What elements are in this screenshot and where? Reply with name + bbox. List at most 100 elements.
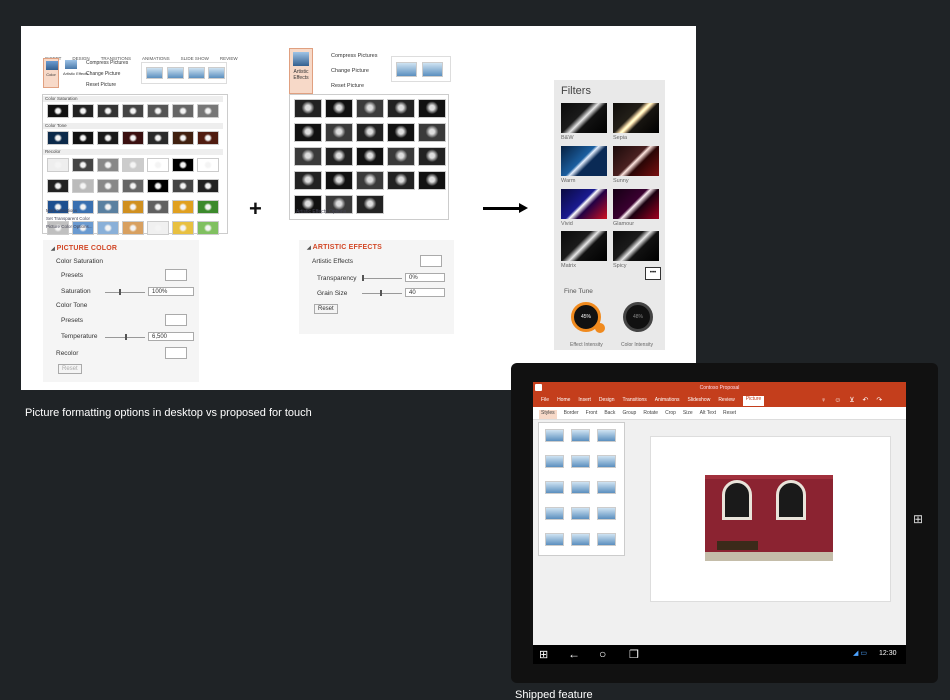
picture-color-options-link[interactable]: Picture Color Options... [46,224,93,229]
picture-style-thumb[interactable] [571,455,590,468]
color-variant-thumb[interactable] [122,104,144,118]
picture-style-thumb[interactable] [545,455,564,468]
style-thumb[interactable] [167,67,184,79]
tab-transitions[interactable]: Transitions [623,397,647,407]
color-variant-thumb[interactable] [172,200,194,214]
artistic-effect-thumb[interactable] [356,99,384,118]
color-variant-thumb[interactable] [197,131,219,145]
picture-style-thumb[interactable] [571,429,590,442]
artistic-effects-title[interactable]: ◢ ARTISTIC EFFECTS [307,244,382,251]
color-variant-thumb[interactable] [147,200,169,214]
home-icon[interactable]: ○ [599,647,606,661]
saturation-slider[interactable] [105,289,145,295]
tone-presets-dropdown[interactable] [165,314,187,326]
color-button[interactable]: Color [43,58,59,88]
task-view-icon[interactable]: ❐ [629,648,639,661]
color-variant-thumb[interactable] [172,104,194,118]
picture-style-thumb[interactable] [545,507,564,520]
reset-button[interactable]: Reset [58,364,82,374]
color-variant-thumb[interactable] [122,158,144,172]
filter-warm[interactable] [561,146,607,176]
artistic-effect-thumb[interactable] [294,147,322,166]
color-variant-thumb[interactable] [97,221,119,235]
picture-style-thumb[interactable] [571,533,590,546]
saturation-input[interactable]: 100% [148,287,194,296]
picture-style-thumb[interactable] [597,455,616,468]
temperature-slider[interactable] [105,334,145,340]
border-button[interactable]: Border [564,410,579,419]
color-variant-thumb[interactable] [47,158,69,172]
color-variant-thumb[interactable] [97,104,119,118]
color-variant-thumb[interactable] [197,200,219,214]
saturation-presets-dropdown[interactable] [165,269,187,281]
change-picture-link[interactable]: Change Picture [86,71,120,77]
picture-style-thumb[interactable] [597,507,616,520]
artistic-effect-thumb[interactable] [325,123,353,142]
color-variant-thumb[interactable] [197,158,219,172]
color-variant-thumb[interactable] [47,179,69,193]
compress-pictures-link[interactable]: Compress Pictures [86,60,128,66]
size-button[interactable]: Size [683,410,693,419]
tab-slideshow[interactable]: Slideshow [688,397,711,407]
slider-knob[interactable] [119,289,121,295]
color-variant-thumb[interactable] [147,158,169,172]
set-transparent-color-link[interactable]: Set Transparent Color [46,216,90,221]
artistic-effect-thumb[interactable] [294,171,322,190]
rotate-button[interactable]: Rotate [643,410,658,419]
filter-matrix[interactable] [561,231,607,261]
color-variant-thumb[interactable] [97,200,119,214]
crop-button[interactable]: Crop [665,410,676,419]
group-button[interactable]: Group [622,410,636,419]
slider-knob[interactable] [380,290,382,296]
styles-button[interactable]: Styles [539,410,557,419]
color-variant-thumb[interactable] [122,221,144,235]
transparency-input[interactable]: 0% [405,273,445,282]
artistic-effect-thumb[interactable] [325,171,353,190]
color-intensity-dial[interactable]: 48% [623,302,653,332]
picture-style-thumb[interactable] [545,429,564,442]
artistic-effect-thumb[interactable] [356,123,384,142]
title-bar-icons[interactable]: ♀☺⊻↶↷ [821,396,890,404]
filter-glamour[interactable] [613,189,659,219]
style-thumb[interactable] [396,62,417,77]
artistic-effects-options-link[interactable]: Artistic Effects Options... [296,209,350,215]
slide-picture[interactable] [705,475,833,561]
ribbon-tab[interactable]: ANIMATIONS [142,56,170,61]
tab-file[interactable]: File [541,397,549,407]
color-variant-thumb[interactable] [147,104,169,118]
color-variant-thumb[interactable] [72,158,94,172]
color-variant-thumb[interactable] [47,131,69,145]
color-variant-thumb[interactable] [47,104,69,118]
color-variant-thumb[interactable] [197,179,219,193]
picture-style-thumb[interactable] [597,533,616,546]
tab-review[interactable]: Review [718,397,734,407]
temperature-input[interactable]: 6,500 [148,332,194,341]
filter-spicy[interactable] [613,231,659,261]
back-button[interactable]: Back [604,410,615,419]
back-icon[interactable]: ← [568,647,580,661]
ribbon-tab[interactable]: REVIEW [220,56,238,61]
picture-styles-gallery[interactable] [141,62,227,84]
color-variant-thumb[interactable] [172,131,194,145]
tab-animations[interactable]: Animations [655,397,680,407]
grain-size-slider[interactable] [362,290,402,296]
artistic-effect-thumb[interactable] [356,147,384,166]
reset-picture-link[interactable]: Reset Picture [331,83,364,89]
color-variant-thumb[interactable] [122,131,144,145]
front-button[interactable]: Front [586,410,598,419]
color-variant-thumb[interactable] [147,131,169,145]
color-variant-thumb[interactable] [97,179,119,193]
style-thumb[interactable] [146,67,163,79]
color-variant-thumb[interactable] [97,131,119,145]
color-variant-thumb[interactable] [72,179,94,193]
color-variant-thumb[interactable] [197,104,219,118]
picture-style-thumb[interactable] [571,481,590,494]
artistic-effect-thumb[interactable] [418,147,446,166]
style-thumb[interactable] [188,67,205,79]
filter-bw[interactable] [561,103,607,133]
picture-style-thumb[interactable] [597,481,616,494]
artistic-effect-thumb[interactable] [418,99,446,118]
style-thumb[interactable] [208,67,225,79]
alt-text-button[interactable]: Alt Text [700,410,716,419]
picture-style-thumb[interactable] [571,507,590,520]
